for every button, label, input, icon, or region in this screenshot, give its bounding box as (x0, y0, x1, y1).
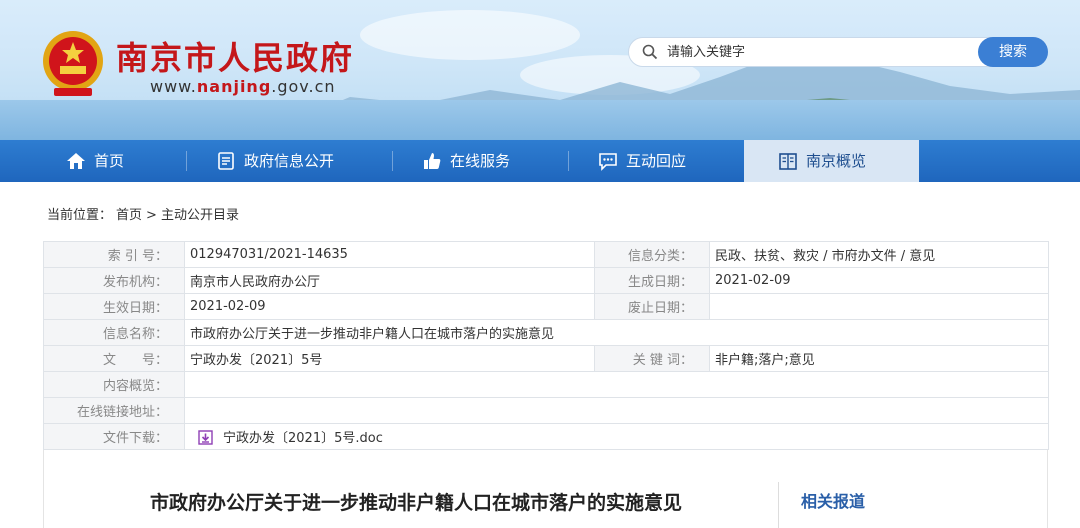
download-icon[interactable] (198, 430, 213, 445)
main-nav: 首页 政府信息公开 在线服务 互动回应 南京概览 (0, 140, 1080, 182)
summary-value (184, 371, 1049, 398)
nav-item-gov-info[interactable]: 政府信息公开 (216, 140, 366, 182)
nav-label: 互动回应 (626, 152, 687, 170)
doc-number-value: 宁政办发〔2021〕5号 (184, 345, 595, 372)
expire-date-value (709, 293, 1049, 320)
search-box: 搜索 (628, 37, 1048, 67)
nav-item-home[interactable]: 首页 (66, 140, 176, 182)
document-info-table: 索 引 号： 012947031/2021-14635 信息分类： 民政、扶贫、… (43, 241, 1049, 450)
table-row: 信息名称： 市政府办公厅关于进一步推动非户籍人口在城市落户的实施意见 (43, 319, 1049, 346)
nav-label: 政府信息公开 (244, 152, 335, 170)
nav-label: 南京概览 (806, 152, 867, 170)
summary-label: 内容概览： (43, 371, 185, 398)
search-input[interactable] (667, 42, 967, 62)
doc-number-label: 文 号： (43, 345, 185, 372)
expire-date-label: 废止日期： (594, 293, 710, 320)
nav-divider (568, 151, 569, 171)
home-icon (67, 153, 85, 169)
breadcrumb-prefix: 当前位置： (47, 208, 113, 223)
search-button[interactable]: 搜索 (978, 37, 1048, 67)
national-emblem-icon[interactable] (40, 28, 106, 98)
lake-water (0, 100, 1080, 140)
site-url-prefix: www. (150, 77, 197, 96)
created-date-value: 2021-02-09 (709, 267, 1049, 294)
thumbs-up-icon (424, 153, 441, 169)
breadcrumb-catalog-link[interactable]: 主动公开目录 (161, 208, 239, 223)
chat-icon (599, 153, 617, 171)
download-file-link[interactable]: 宁政办发〔2021〕5号.doc (223, 431, 383, 446)
site-url: www.nanjing.gov.cn (150, 77, 336, 96)
building-icon (779, 153, 797, 170)
category-label: 信息分类： (594, 241, 710, 268)
article-title: 市政府办公厅关于进一步推动非户籍人口在城市落户的实施意见 (150, 492, 683, 514)
breadcrumb-separator: > (146, 208, 157, 223)
nav-item-online-service[interactable]: 在线服务 (422, 140, 552, 182)
effective-date-label: 生效日期： (43, 293, 185, 320)
nav-divider (186, 151, 187, 171)
nav-item-nanjing-overview[interactable]: 南京概览 (744, 140, 919, 182)
table-row: 在线链接地址： (43, 397, 1049, 424)
table-row: 索 引 号： 012947031/2021-14635 信息分类： 民政、扶贫、… (43, 241, 1049, 268)
online-link-value (184, 397, 1049, 424)
search-icon (642, 44, 658, 60)
index-value: 012947031/2021-14635 (184, 241, 595, 268)
download-label: 文件下载： (43, 423, 185, 450)
info-name-value: 市政府办公厅关于进一步推动非户籍人口在城市落户的实施意见 (184, 319, 1049, 346)
table-row: 文 号： 宁政办发〔2021〕5号 关 键 词： 非户籍;落户;意见 (43, 345, 1049, 372)
site-title[interactable]: 南京市人民政府 (116, 33, 354, 79)
keywords-label: 关 键 词： (594, 345, 710, 372)
content-border-right (1047, 450, 1048, 528)
header-banner: 南京市人民政府 www.nanjing.gov.cn 搜索 (0, 0, 1080, 140)
publisher-value: 南京市人民政府办公厅 (184, 267, 595, 294)
nav-item-interaction[interactable]: 互动回应 (598, 140, 728, 182)
site-url-suffix: .gov.cn (271, 77, 336, 96)
related-reports-heading[interactable]: 相关报道 (801, 488, 865, 512)
online-link-label: 在线链接地址： (43, 397, 185, 424)
document-icon (218, 152, 234, 170)
nav-label: 首页 (94, 152, 125, 170)
content-border-left (43, 450, 44, 528)
effective-date-value: 2021-02-09 (184, 293, 595, 320)
table-row: 内容概览： (43, 371, 1049, 398)
index-label: 索 引 号： (43, 241, 185, 268)
table-row: 发布机构： 南京市人民政府办公厅 生成日期： 2021-02-09 (43, 267, 1049, 294)
breadcrumb-home-link[interactable]: 首页 (116, 208, 142, 223)
publisher-label: 发布机构： (43, 267, 185, 294)
info-name-label: 信息名称： (43, 319, 185, 346)
category-value: 民政、扶贫、救灾 / 市府办文件 / 意见 (709, 241, 1049, 268)
download-cell: 宁政办发〔2021〕5号.doc (184, 423, 1049, 450)
table-row: 文件下载： 宁政办发〔2021〕5号.doc (43, 423, 1049, 450)
created-date-label: 生成日期： (594, 267, 710, 294)
nav-label: 在线服务 (450, 152, 511, 170)
nav-divider (392, 151, 393, 171)
breadcrumb: 当前位置： 首页 > 主动公开目录 (47, 204, 243, 223)
table-row: 生效日期： 2021-02-09 废止日期： (43, 293, 1049, 320)
site-url-domain: nanjing (196, 77, 272, 96)
keywords-value: 非户籍;落户;意见 (709, 345, 1049, 372)
sidebar-divider (778, 482, 779, 528)
